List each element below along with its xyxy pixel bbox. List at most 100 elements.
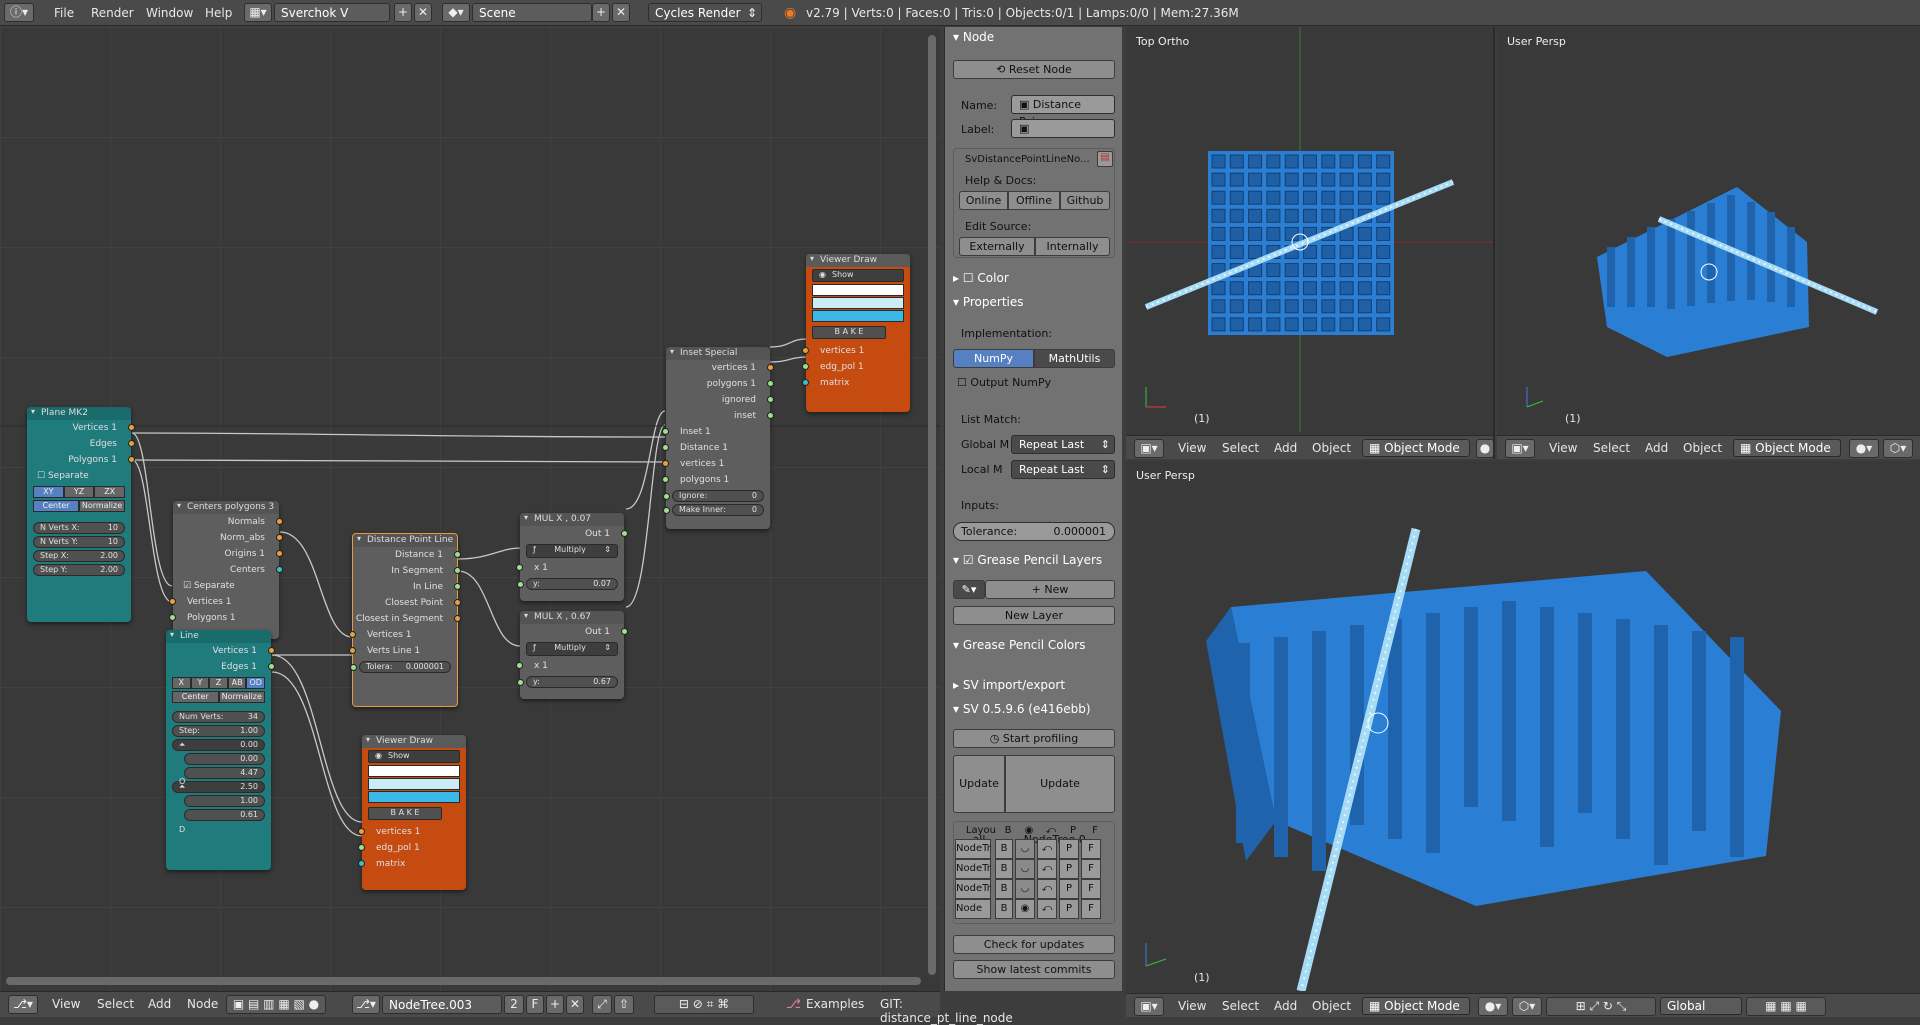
fake-user-button[interactable]: F bbox=[526, 995, 544, 1014]
input-socket[interactable] bbox=[663, 493, 670, 500]
output-socket[interactable] bbox=[454, 599, 461, 606]
node-plane-mk2[interactable]: Plane MK2 Vertices 1 Edges Polygons 1 ☐ … bbox=[27, 407, 135, 622]
mathutils-button[interactable]: MathUtils bbox=[1034, 349, 1115, 368]
edit-externally-button[interactable]: Externally bbox=[959, 237, 1035, 256]
node-line[interactable]: Line Vertices 1 Edges 1 X Y Z AB OD Cent… bbox=[166, 630, 275, 870]
input-socket[interactable] bbox=[517, 581, 524, 588]
reset-node-button[interactable]: ⟲ Reset Node bbox=[953, 60, 1115, 79]
separate-toggle[interactable]: ☑ Separate bbox=[173, 578, 279, 594]
dir-x-button[interactable]: X bbox=[172, 677, 191, 689]
face-color-swatch[interactable] bbox=[368, 791, 460, 803]
bake-button[interactable]: B A K E bbox=[812, 326, 886, 339]
edit-internally-button[interactable]: Internally bbox=[1035, 237, 1110, 256]
plane-xy-button[interactable]: XY bbox=[33, 486, 64, 498]
input-socket[interactable] bbox=[517, 679, 524, 686]
bake-button[interactable]: B A K E bbox=[368, 807, 442, 820]
numpy-button[interactable]: NumPy bbox=[953, 349, 1034, 368]
menu-view[interactable]: View bbox=[1178, 441, 1206, 455]
node-inset-special[interactable]: Inset Special vertices 1 polygons 1 igno… bbox=[662, 347, 774, 529]
link-icon[interactable]: ⤺ bbox=[1037, 899, 1057, 919]
input-socket[interactable] bbox=[516, 564, 523, 571]
menu-object[interactable]: Object bbox=[1312, 999, 1351, 1013]
menu-view[interactable]: View bbox=[52, 997, 80, 1011]
f-toggle[interactable]: F bbox=[1081, 899, 1101, 919]
output-socket[interactable] bbox=[128, 440, 135, 447]
tree-type-icons[interactable]: ▣ ▤ ▥ ▦ ▧ ● bbox=[226, 995, 326, 1014]
normalize-button[interactable]: Normalize bbox=[79, 500, 125, 512]
output-socket[interactable] bbox=[276, 566, 283, 573]
sv-version-header[interactable]: ▾ SV 0.5.9.6 (e416ebb) bbox=[953, 702, 1091, 716]
eye-closed-icon[interactable]: ◡ bbox=[1015, 839, 1035, 859]
object-mode-dropdown[interactable]: ▦ Object Mode bbox=[1362, 439, 1470, 457]
step-field[interactable]: Step: 1.00 bbox=[172, 725, 265, 737]
input-socket[interactable] bbox=[662, 428, 669, 435]
offline-docs-button[interactable]: Offline bbox=[1008, 191, 1060, 210]
plane-zx-button[interactable]: ZX bbox=[94, 486, 126, 498]
center-button[interactable]: Center bbox=[33, 500, 79, 512]
node-distance-point-line[interactable]: Distance Point Line Distance 1 In Segmen… bbox=[349, 533, 461, 707]
pencil-icon[interactable]: ✎▾ bbox=[953, 580, 985, 599]
output-socket[interactable] bbox=[268, 663, 275, 670]
viewport-user-persp-small[interactable]: User Persp (1) ▣▾ View Select Add Object… bbox=[1497, 27, 1920, 459]
add-tree-icon[interactable]: + bbox=[546, 995, 564, 1014]
menu-object[interactable]: Object bbox=[1312, 441, 1351, 455]
direction-x-field[interactable]: ⏶ 2.50 bbox=[172, 781, 265, 793]
output-socket[interactable] bbox=[276, 518, 283, 525]
pivot-icon[interactable]: ⬡▾ bbox=[1512, 997, 1542, 1016]
delete-scene-icon[interactable]: ✕ bbox=[612, 3, 630, 22]
eye-icon[interactable]: ◉ bbox=[1015, 899, 1035, 919]
b-toggle[interactable]: B bbox=[995, 859, 1013, 879]
output-socket[interactable] bbox=[454, 567, 461, 574]
tolerance-field[interactable]: Tolerance: 0.000001 bbox=[953, 522, 1115, 541]
output-socket[interactable] bbox=[454, 583, 461, 590]
f-toggle[interactable]: F bbox=[1081, 839, 1101, 859]
start-profiling-button[interactable]: ◷ Start profiling bbox=[953, 729, 1115, 748]
input-socket[interactable] bbox=[662, 460, 669, 467]
menu-view[interactable]: View bbox=[1549, 441, 1577, 455]
screen-layout-grid-icon[interactable]: ▦▾ bbox=[244, 3, 272, 22]
origin-x-field[interactable]: ⏶ 0.00 bbox=[172, 739, 265, 751]
b-toggle[interactable]: B bbox=[995, 839, 1013, 859]
node-name-field[interactable]: ▣ Distance Poin... bbox=[1011, 95, 1115, 128]
input-socket[interactable] bbox=[349, 647, 356, 654]
show-toggle[interactable]: ◉ Show bbox=[812, 269, 904, 282]
edge-color-swatch[interactable] bbox=[368, 778, 460, 790]
output-socket[interactable] bbox=[621, 530, 628, 537]
link-icon[interactable]: ⤺ bbox=[1037, 839, 1057, 859]
node-section-header[interactable]: ▾ Node bbox=[953, 30, 994, 44]
output-socket[interactable] bbox=[276, 550, 283, 557]
output-socket[interactable] bbox=[128, 424, 135, 431]
output-socket[interactable] bbox=[767, 380, 774, 387]
p-toggle[interactable]: P bbox=[1059, 879, 1079, 899]
node-viewer-draw-1[interactable]: Viewer Draw ◉ Show B A K E vertices 1 edg… bbox=[802, 254, 910, 412]
operation-dropdown[interactable]: ƒ Multiply ⇕ bbox=[526, 642, 618, 656]
table-row[interactable]: NodeTr B ◡ ⤺ P F bbox=[955, 859, 1113, 879]
object-mode-dropdown[interactable]: ▦ Object Mode bbox=[1733, 439, 1841, 457]
step-x-field[interactable]: Step X: 2.00 bbox=[33, 550, 125, 562]
output-socket[interactable] bbox=[767, 364, 774, 371]
input-socket[interactable] bbox=[802, 379, 809, 386]
render-engine-dropdown[interactable]: Cycles Render ⇕ bbox=[648, 3, 762, 22]
output-socket[interactable] bbox=[454, 615, 461, 622]
new-grease-pencil-button[interactable]: + New bbox=[985, 580, 1115, 599]
menu-help[interactable]: Help bbox=[205, 6, 232, 20]
node-tree-icon[interactable]: ⎇▾ bbox=[352, 995, 380, 1014]
vertex-color-swatch[interactable] bbox=[812, 284, 904, 296]
editor-type-3d-icon[interactable]: ▣▾ bbox=[1134, 997, 1164, 1016]
origin-y-field[interactable]: 0.00 bbox=[184, 753, 265, 765]
show-toggle[interactable]: ◉ Show bbox=[368, 750, 460, 763]
dir-z-button[interactable]: Z bbox=[209, 677, 228, 689]
input-socket[interactable] bbox=[802, 363, 809, 370]
scene-field[interactable]: Scene bbox=[472, 3, 592, 22]
grease-pencil-layers-header[interactable]: ▾ ☑ Grease Pencil Layers bbox=[953, 553, 1102, 567]
step-y-field[interactable]: Step Y: 2.00 bbox=[33, 564, 125, 576]
input-socket[interactable] bbox=[349, 631, 356, 638]
grease-pencil-colors-header[interactable]: ▾ Grease Pencil Colors bbox=[953, 638, 1085, 652]
add-screen-icon[interactable]: + bbox=[394, 3, 412, 22]
n-verts-y-field[interactable]: N Verts Y: 10 bbox=[33, 536, 125, 548]
menu-add[interactable]: Add bbox=[1645, 441, 1668, 455]
menu-add[interactable]: Add bbox=[1274, 441, 1297, 455]
shading-icon[interactable]: ● bbox=[1476, 439, 1493, 458]
input-socket[interactable] bbox=[358, 828, 365, 835]
object-mode-dropdown[interactable]: ▦ Object Mode bbox=[1362, 997, 1470, 1015]
